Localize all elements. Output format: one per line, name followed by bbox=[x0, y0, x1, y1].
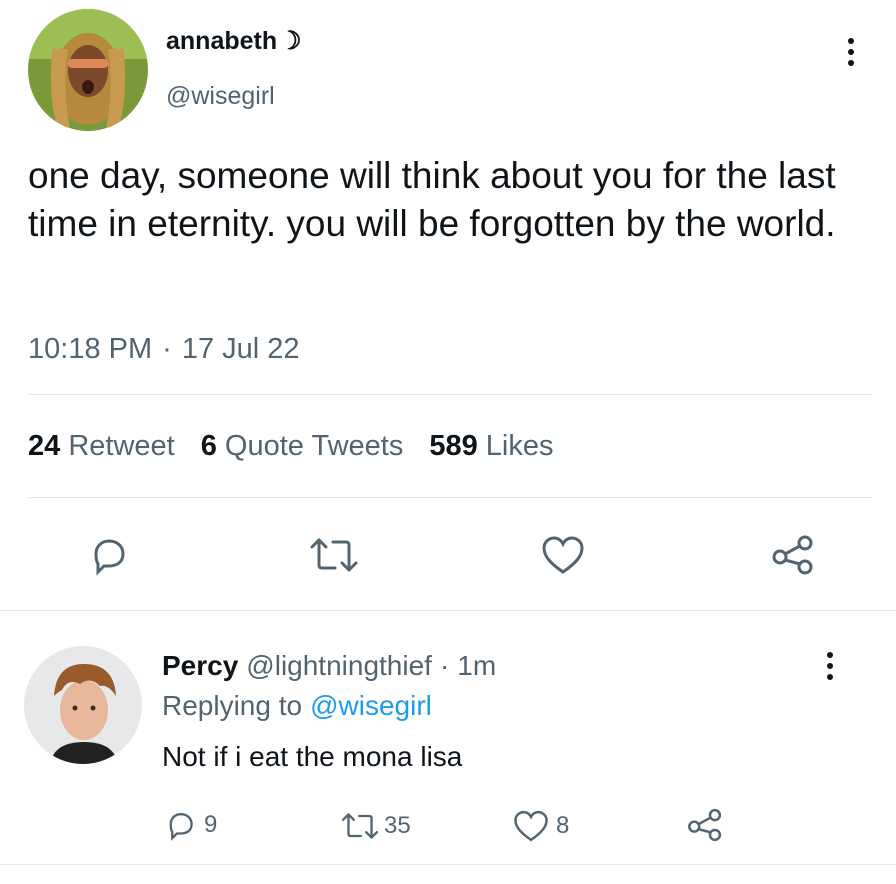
quotes-count: 6 bbox=[200, 430, 217, 462]
reply-time[interactable]: 1m bbox=[457, 650, 496, 682]
divider bbox=[28, 497, 872, 498]
like-icon bbox=[512, 808, 550, 844]
reply-retweet-action[interactable]: 35 bbox=[340, 810, 411, 842]
retweet-count: 35 bbox=[384, 812, 411, 839]
tweet-timestamp[interactable]: 10:18 PM · 17 Jul 22 bbox=[28, 333, 300, 366]
author-handle[interactable]: @wisegirl bbox=[166, 82, 275, 111]
separator-dot: · bbox=[439, 650, 450, 681]
replying-to-label: Replying to bbox=[162, 690, 303, 721]
quote-tweets-stat[interactable]: 6 Quote Tweets bbox=[201, 430, 404, 463]
likes-count: 589 bbox=[429, 430, 478, 462]
like-icon[interactable] bbox=[540, 533, 586, 577]
reply-author-name[interactable]: Percy bbox=[162, 650, 238, 682]
share-icon[interactable] bbox=[770, 533, 816, 577]
replying-to-handle[interactable]: @wisegirl bbox=[310, 690, 432, 722]
separator-dot: · bbox=[162, 333, 172, 365]
retweets-stat[interactable]: 24 Retweet bbox=[28, 430, 175, 463]
moon-emoji-icon: ☽ bbox=[279, 27, 302, 55]
retweets-count: 24 bbox=[28, 430, 61, 462]
replying-to: Replying to @wisegirl bbox=[162, 690, 432, 722]
reply-icon bbox=[162, 808, 198, 842]
quotes-label: Quote Tweets bbox=[224, 430, 404, 462]
author-name[interactable]: annabeth bbox=[166, 27, 277, 56]
reply-count: 9 bbox=[204, 811, 218, 838]
reply-reply-action[interactable]: 9 bbox=[162, 808, 217, 842]
divider bbox=[28, 394, 872, 395]
like-count: 8 bbox=[556, 812, 570, 839]
reply-icon[interactable] bbox=[86, 533, 130, 577]
tweet-time: 10:18 PM bbox=[28, 333, 153, 365]
reply-header: Percy @lightningthief · 1m bbox=[162, 650, 496, 682]
divider bbox=[0, 864, 896, 865]
tweet-stats: 24 Retweet 6 Quote Tweets 589 Likes bbox=[28, 430, 553, 463]
retweets-label: Retweet bbox=[68, 430, 175, 462]
retweet-icon[interactable] bbox=[308, 535, 360, 575]
more-icon[interactable] bbox=[848, 38, 854, 66]
author-avatar[interactable] bbox=[28, 9, 148, 131]
likes-label: Likes bbox=[485, 430, 554, 462]
more-icon[interactable] bbox=[827, 652, 833, 680]
tweet-text: one day, someone will think about you fo… bbox=[28, 155, 836, 244]
tweet-date: 17 Jul 22 bbox=[181, 333, 300, 365]
reply-author-handle[interactable]: @lightningthief bbox=[246, 650, 432, 682]
retweet-icon bbox=[340, 810, 380, 842]
reply-text: Not if i eat the mona lisa bbox=[162, 741, 463, 772]
reply-like-action[interactable]: 8 bbox=[512, 808, 569, 844]
likes-stat[interactable]: 589 Likes bbox=[429, 430, 553, 463]
reply-author-avatar[interactable] bbox=[24, 646, 142, 764]
divider bbox=[0, 610, 896, 611]
share-icon[interactable] bbox=[686, 806, 724, 844]
